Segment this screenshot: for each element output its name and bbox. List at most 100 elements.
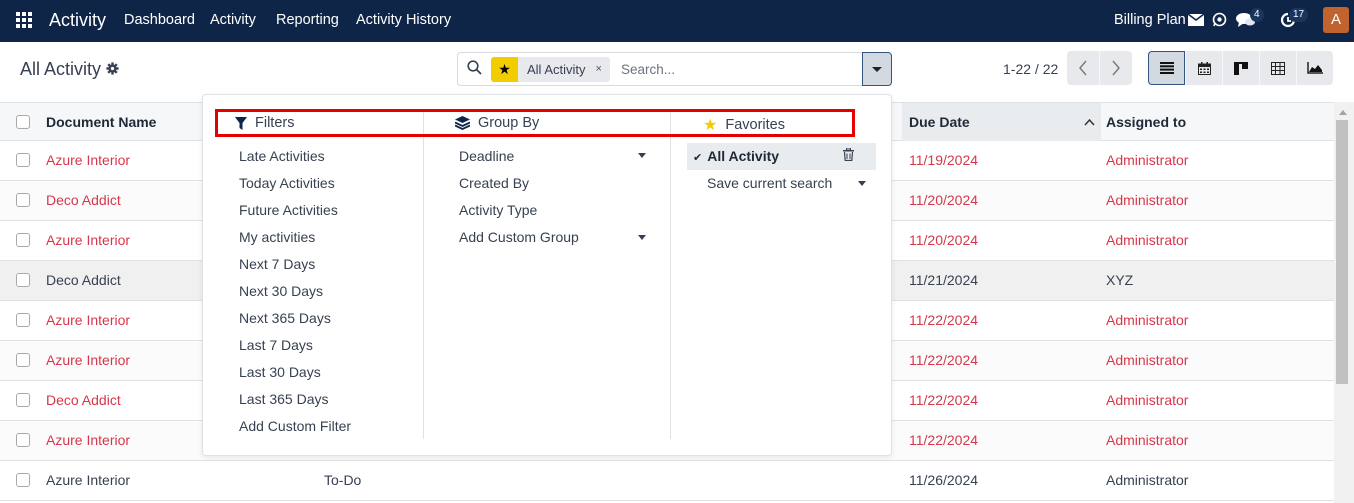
nav-activity-history[interactable]: Activity History	[356, 12, 451, 28]
list-view-button[interactable]	[1148, 51, 1185, 85]
filter-option[interactable]: My activities	[239, 229, 315, 245]
groupby-created-by[interactable]: Created By	[459, 175, 529, 191]
kanban-icon	[1234, 61, 1248, 75]
calendar-view-button[interactable]	[1185, 51, 1222, 85]
scroll-thumb[interactable]	[1336, 120, 1348, 384]
gear-icon[interactable]	[106, 62, 119, 78]
filter-option[interactable]: Future Activities	[239, 202, 338, 218]
table-row[interactable]: Azure Interior To-Do 11/26/2024 Administrat…	[0, 461, 1334, 501]
pager-controls	[1067, 51, 1132, 85]
nav-reporting[interactable]: Reporting	[276, 12, 339, 28]
nav-activity[interactable]: Activity	[210, 12, 256, 28]
search-icon[interactable]	[467, 60, 482, 75]
document-name-cell[interactable]: Azure Interior	[46, 352, 130, 368]
annotation-highlight-box	[215, 109, 855, 137]
sort-ascending-icon[interactable]	[1084, 115, 1095, 129]
search-panel-dropdown: Filters Group By ★ Favorites Late Activi…	[202, 94, 892, 456]
messages-badge: 4	[1250, 8, 1264, 22]
assigned-to-cell: Administrator	[1106, 312, 1189, 328]
apps-menu-icon[interactable]	[16, 12, 34, 28]
favorite-label: All Activity	[707, 148, 780, 164]
row-checkbox[interactable]	[16, 473, 30, 487]
pager-value[interactable]: 1-22 / 22	[1003, 61, 1058, 77]
column-header-document-name[interactable]: Document Name	[46, 114, 156, 130]
pager-previous-button[interactable]	[1067, 51, 1099, 85]
facet-remove-button[interactable]: ×	[596, 57, 602, 82]
select-all-checkbox[interactable]	[16, 115, 30, 129]
nav-dashboard[interactable]: Dashboard	[124, 12, 195, 28]
document-name-cell[interactable]: Azure Interior	[46, 432, 130, 448]
area-chart-icon	[1307, 62, 1323, 74]
filter-option[interactable]: Next 365 Days	[239, 310, 331, 326]
favorite-star-icon: ★	[491, 57, 518, 82]
assigned-to-cell: Administrator	[1106, 352, 1189, 368]
document-name-cell[interactable]: Azure Interior	[46, 152, 130, 168]
save-current-search[interactable]: Save current search	[707, 175, 832, 191]
caret-down-icon	[872, 66, 882, 72]
scroll-up-arrow-icon[interactable]	[1339, 110, 1347, 115]
assigned-to-cell: XYZ	[1106, 272, 1134, 288]
filter-option[interactable]: Today Activities	[239, 175, 335, 191]
filter-option[interactable]: Last 365 Days	[239, 391, 329, 407]
search-options-toggle[interactable]	[862, 52, 892, 86]
document-name-cell[interactable]: Azure Interior	[46, 472, 130, 488]
app-brand[interactable]: Activity	[49, 10, 106, 31]
row-checkbox[interactable]	[16, 273, 30, 287]
document-name-cell[interactable]: Azure Interior	[46, 312, 130, 328]
company-switcher[interactable]: Billing Plan	[1114, 12, 1186, 28]
assigned-to-cell: Administrator	[1106, 392, 1189, 408]
document-name-cell[interactable]: Deco Addict	[46, 392, 121, 408]
row-checkbox[interactable]	[16, 353, 30, 367]
pivot-table-icon	[1271, 61, 1285, 75]
graph-view-button[interactable]	[1296, 51, 1333, 85]
top-navbar: Activity Dashboard Activity Reporting Ac…	[0, 0, 1354, 42]
row-checkbox[interactable]	[16, 153, 30, 167]
assigned-to-cell: Administrator	[1106, 472, 1189, 488]
document-name-cell[interactable]: Deco Addict	[46, 192, 121, 208]
list-icon	[1159, 62, 1174, 74]
add-custom-group[interactable]: Add Custom Group	[459, 229, 579, 245]
filter-option[interactable]: Last 30 Days	[239, 364, 321, 380]
calendar-icon	[1197, 61, 1211, 75]
filter-option[interactable]: Next 30 Days	[239, 283, 323, 299]
groupby-activity-type[interactable]: Activity Type	[459, 202, 537, 218]
assigned-to-cell: Administrator	[1106, 192, 1189, 208]
delete-favorite-trash-icon[interactable]	[843, 147, 854, 164]
row-checkbox[interactable]	[16, 433, 30, 447]
document-name-cell[interactable]: Azure Interior	[46, 232, 130, 248]
due-date-cell: 11/26/2024	[909, 472, 979, 488]
page-title: All Activity	[20, 59, 102, 79]
due-date-cell: 11/22/2024	[909, 432, 979, 448]
caret-down-icon[interactable]	[858, 181, 866, 186]
due-date-cell: 11/22/2024	[909, 392, 979, 408]
search-facet: ★ All Activity ×	[491, 57, 610, 82]
pivot-view-button[interactable]	[1259, 51, 1296, 85]
due-date-cell: 11/20/2024	[909, 192, 979, 208]
document-name-cell[interactable]: Deco Addict	[46, 272, 121, 288]
filter-option[interactable]: Late Activities	[239, 148, 325, 164]
row-checkbox[interactable]	[16, 313, 30, 327]
search-input[interactable]	[621, 59, 851, 79]
caret-down-icon[interactable]	[638, 235, 646, 240]
caret-down-icon[interactable]	[638, 153, 646, 158]
groupby-deadline[interactable]: Deadline	[459, 148, 514, 164]
row-checkbox[interactable]	[16, 193, 30, 207]
whatsapp-icon[interactable]	[1212, 12, 1227, 31]
favorite-all-activity[interactable]: ✔ All Activity	[693, 148, 779, 164]
assigned-to-cell: Administrator	[1106, 152, 1189, 168]
column-header-due-date[interactable]: Due Date	[909, 114, 970, 130]
envelope-icon[interactable]	[1187, 13, 1205, 30]
filter-option[interactable]: Last 7 Days	[239, 337, 313, 353]
pager-next-button[interactable]	[1099, 51, 1132, 85]
row-checkbox[interactable]	[16, 393, 30, 407]
user-avatar[interactable]: A	[1323, 7, 1349, 33]
row-checkbox[interactable]	[16, 233, 30, 247]
assigned-to-cell: Administrator	[1106, 432, 1189, 448]
column-header-assigned-to[interactable]: Assigned to	[1106, 114, 1186, 130]
vertical-scrollbar[interactable]	[1334, 102, 1354, 503]
filter-option[interactable]: Next 7 Days	[239, 256, 315, 272]
due-date-cell: 11/21/2024	[909, 272, 979, 288]
column-divider	[670, 112, 671, 439]
kanban-view-button[interactable]	[1222, 51, 1259, 85]
add-custom-filter[interactable]: Add Custom Filter	[239, 418, 351, 434]
